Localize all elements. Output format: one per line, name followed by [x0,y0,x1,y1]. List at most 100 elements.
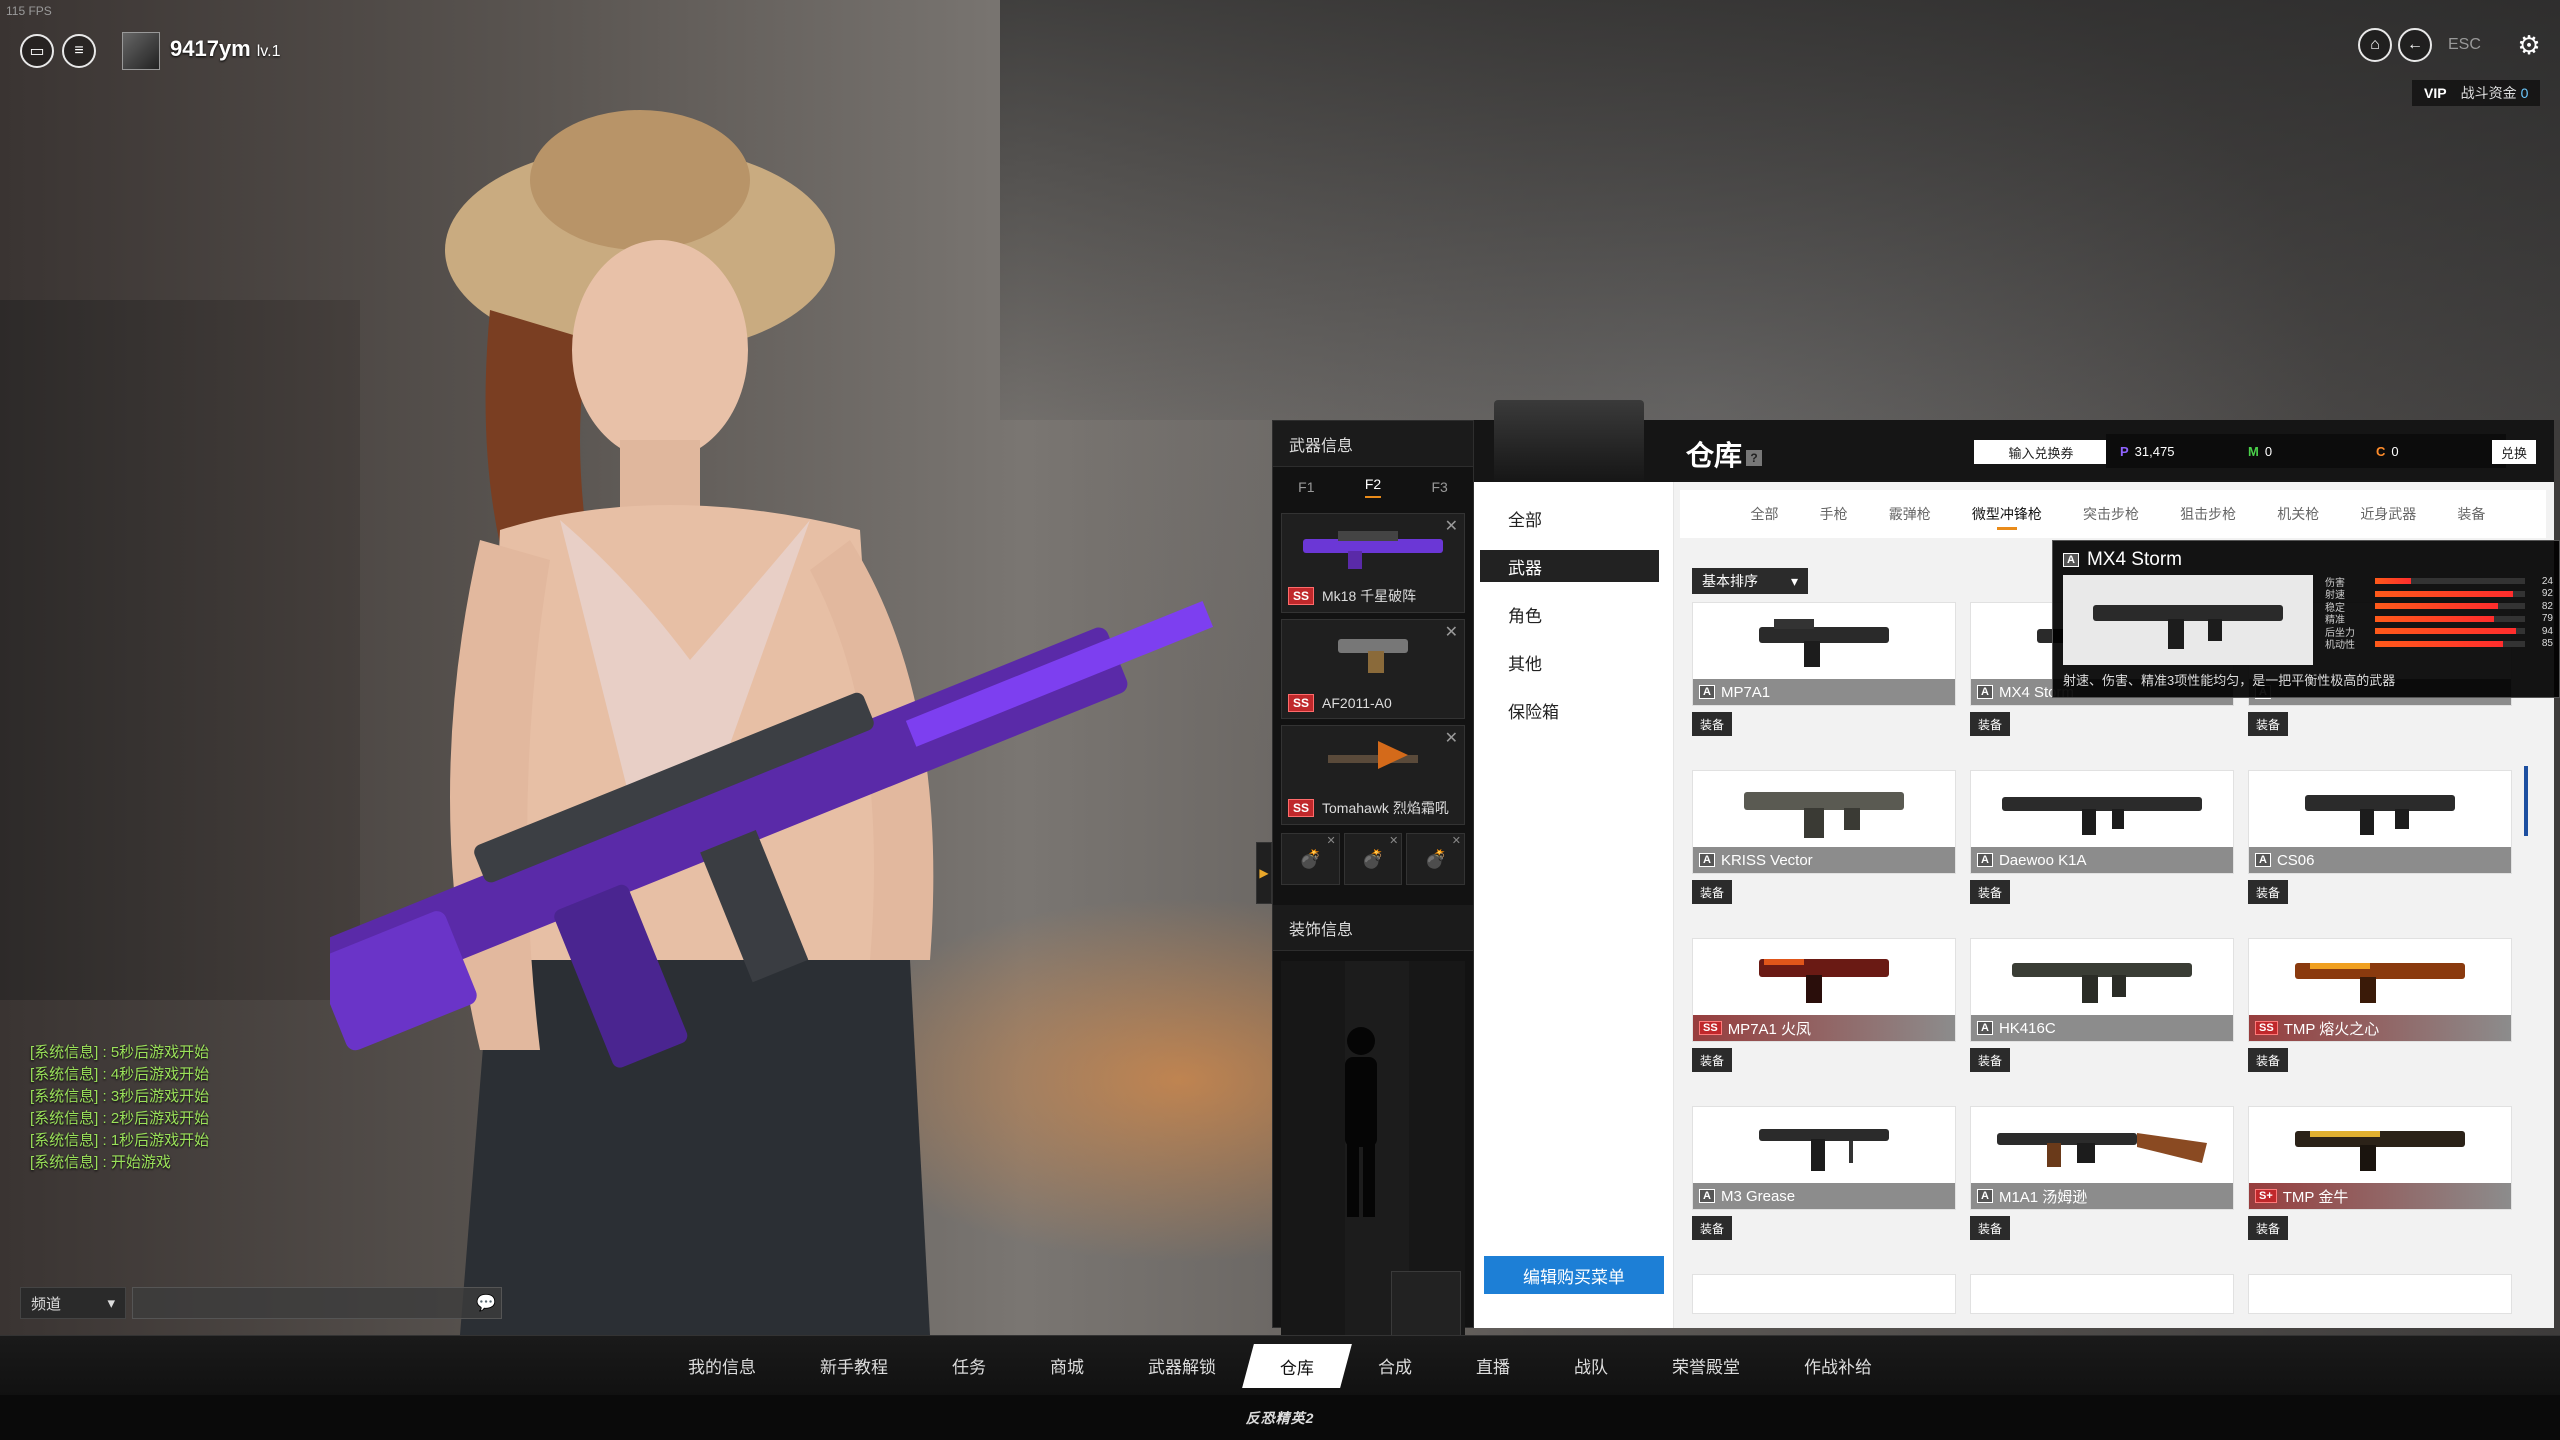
equip-button[interactable]: 装备 [1970,1216,2010,1240]
grade-badge: SS [1288,587,1315,605]
secondary-weapon-slot[interactable]: ✕ SS AF2011-A0 [1281,619,1465,719]
loadout-tab-f3[interactable]: F3 [1431,479,1447,495]
nav-shop[interactable]: 商城 [1018,1344,1116,1388]
nav-live[interactable]: 直播 [1444,1344,1542,1388]
sort-select[interactable]: 基本排序 ▾ [1692,568,1808,594]
nav-craft[interactable]: 合成 [1346,1344,1444,1388]
close-icon[interactable]: ✕ [1445,728,1458,748]
equip-button[interactable]: 装备 [1970,712,2010,736]
tab-shotgun[interactable]: 霰弹枪 [1889,504,1931,524]
tab-equipment[interactable]: 装备 [2457,504,2485,524]
esc-label[interactable]: ESC [2448,36,2481,54]
costume-slot[interactable] [1391,1271,1461,1337]
weapon-card[interactable]: A HK416C [1970,938,2234,1042]
tab-sniper-rifle[interactable]: 狙击步枪 [2180,504,2236,524]
tab-melee[interactable]: 近身武器 [2360,504,2416,524]
settings-gear-icon[interactable]: ⚙ [2512,28,2546,62]
nav-warehouse[interactable]: 仓库 [1242,1343,1352,1388]
tab-assault-rifle[interactable]: 突击步枪 [2083,504,2139,524]
home-icon[interactable]: ⌂ [2358,28,2392,62]
chat-line: [系统信息] : 开始游戏 [30,1154,171,1171]
grenade-slot[interactable]: 💣 ✕ [1406,833,1466,885]
exchange-button[interactable]: 兑换 [2492,440,2536,464]
channel-select[interactable]: 频道 ▾ [20,1287,126,1319]
nav-missions[interactable]: 任务 [920,1344,1018,1388]
nav-hall-of-honor[interactable]: 荣誉殿堂 [1640,1344,1772,1388]
sidebar-item-weapons[interactable]: 武器 [1480,550,1659,582]
slot-weapon-name: AF2011-A0 [1322,695,1392,711]
sidebar-item-other[interactable]: 其他 [1474,638,1673,686]
equip-button[interactable]: 装备 [2248,712,2288,736]
weapon-card[interactable]: A MP7A1 [1692,602,1956,706]
player-avatar[interactable] [122,32,160,70]
equip-button[interactable]: 装备 [1970,1048,2010,1072]
weapon-image [1693,771,1955,847]
tab-smg[interactable]: 微型冲锋枪 [1972,504,2042,530]
close-icon[interactable]: ✕ [1445,622,1458,642]
help-icon[interactable]: ? [1746,449,1763,466]
tab-pistol[interactable]: 手枪 [1820,504,1848,524]
grenade-slot[interactable]: 💣 ✕ [1343,833,1403,885]
loadout-tab-f1[interactable]: F1 [1298,479,1314,495]
nav-tutorial[interactable]: 新手教程 [788,1344,920,1388]
weapon-card[interactable]: A M3 Grease [1692,1106,1956,1210]
close-icon[interactable]: ✕ [1452,834,1461,847]
currency-m: M0 [2234,444,2362,459]
close-icon[interactable]: ✕ [1326,834,1335,847]
menu-icon[interactable]: ≡ [62,34,96,68]
loadout-tab-f2[interactable]: F2 [1364,476,1382,498]
chat-toggle-icon[interactable]: ▭ [20,34,54,68]
close-icon[interactable]: ✕ [1445,516,1458,536]
nav-supply[interactable]: 作战补给 [1772,1344,1904,1388]
equip-button[interactable]: 装备 [2248,1048,2288,1072]
back-icon[interactable]: ← [2398,28,2432,62]
nav-my-info[interactable]: 我的信息 [656,1344,788,1388]
scrollbar-thumb[interactable] [2524,766,2528,836]
tab-machine-gun[interactable]: 机关枪 [2277,504,2319,524]
weapon-card[interactable]: A KRISS Vector [1692,770,1956,874]
primary-weapon-slot[interactable]: ✕ SS Mk18 千星破阵 [1281,513,1465,613]
equip-button[interactable]: 装备 [1692,1216,1732,1240]
weapon-name: M1A1 汤姆逊 [1998,1188,2088,1206]
weapon-card[interactable]: SS MP7A1 火凤 [1692,938,1956,1042]
nav-clan[interactable]: 战队 [1542,1344,1640,1388]
weapon-card-partial[interactable] [1692,1274,1956,1314]
weapon-card-partial[interactable] [2248,1274,2512,1314]
weapon-card[interactable]: S+ TMP 金牛 [2248,1106,2512,1210]
equip-button[interactable]: 装备 [2248,880,2288,904]
edit-buy-menu-button[interactable]: 编辑购买菜单 [1484,1256,1664,1294]
grenade-slot[interactable]: 💣 ✕ [1281,833,1340,885]
redeem-coupon-button[interactable]: 输入兑换券 [1974,440,2108,464]
collapse-panel-arrow-icon[interactable]: ▶ [1256,842,1272,904]
secondary-weapon-image [1282,620,1464,684]
equip-button[interactable]: 装备 [1970,880,2010,904]
weapon-card[interactable]: SS TMP 熔火之心 [2248,938,2512,1042]
weapon-card-partial[interactable] [1970,1274,2234,1314]
equip-button[interactable]: 装备 [1692,712,1732,736]
sidebar-item-characters[interactable]: 角色 [1474,590,1673,638]
grade-badge: A [1977,685,1993,699]
melee-weapon-slot[interactable]: ✕ SS Tomahawk 烈焰霜吼 [1281,725,1465,825]
nav-label: 直播 [1476,1358,1510,1377]
nav-weapon-unlock[interactable]: 武器解锁 [1116,1344,1248,1388]
weapon-card[interactable]: A CS06 [2248,770,2512,874]
weapon-image [1693,603,1955,679]
grenade-icon: 💣 [1361,848,1385,869]
tab-all[interactable]: 全部 [1751,504,1779,524]
currency-bar: P 31,475 M0 C0 [2106,434,2506,468]
chat-input[interactable] [132,1287,502,1319]
sidebar-item-safe-box[interactable]: 保险箱 [1474,686,1673,734]
close-icon[interactable]: ✕ [1389,834,1398,847]
sidebar-item-all[interactable]: 全部 [1474,494,1673,542]
chevron-down-icon: ▾ [1790,572,1798,589]
equip-button[interactable]: 装备 [1692,880,1732,904]
weapon-image [1971,771,2233,847]
weapon-card[interactable]: A M1A1 汤姆逊 [1970,1106,2234,1210]
chat-bubble-icon[interactable]: 💬 [476,1293,496,1313]
system-chat-log: [系统信息] : 5秒后游戏开始 [系统信息] : 4秒后游戏开始 [系统信息]… [30,1042,209,1174]
equip-button[interactable]: 装备 [2248,1216,2288,1240]
weapon-card[interactable]: A Daewoo K1A [1970,770,2234,874]
equip-button[interactable]: 装备 [1692,1048,1732,1072]
weapon-name: Daewoo K1A [1998,851,2087,869]
nav-label: 战队 [1574,1358,1608,1377]
